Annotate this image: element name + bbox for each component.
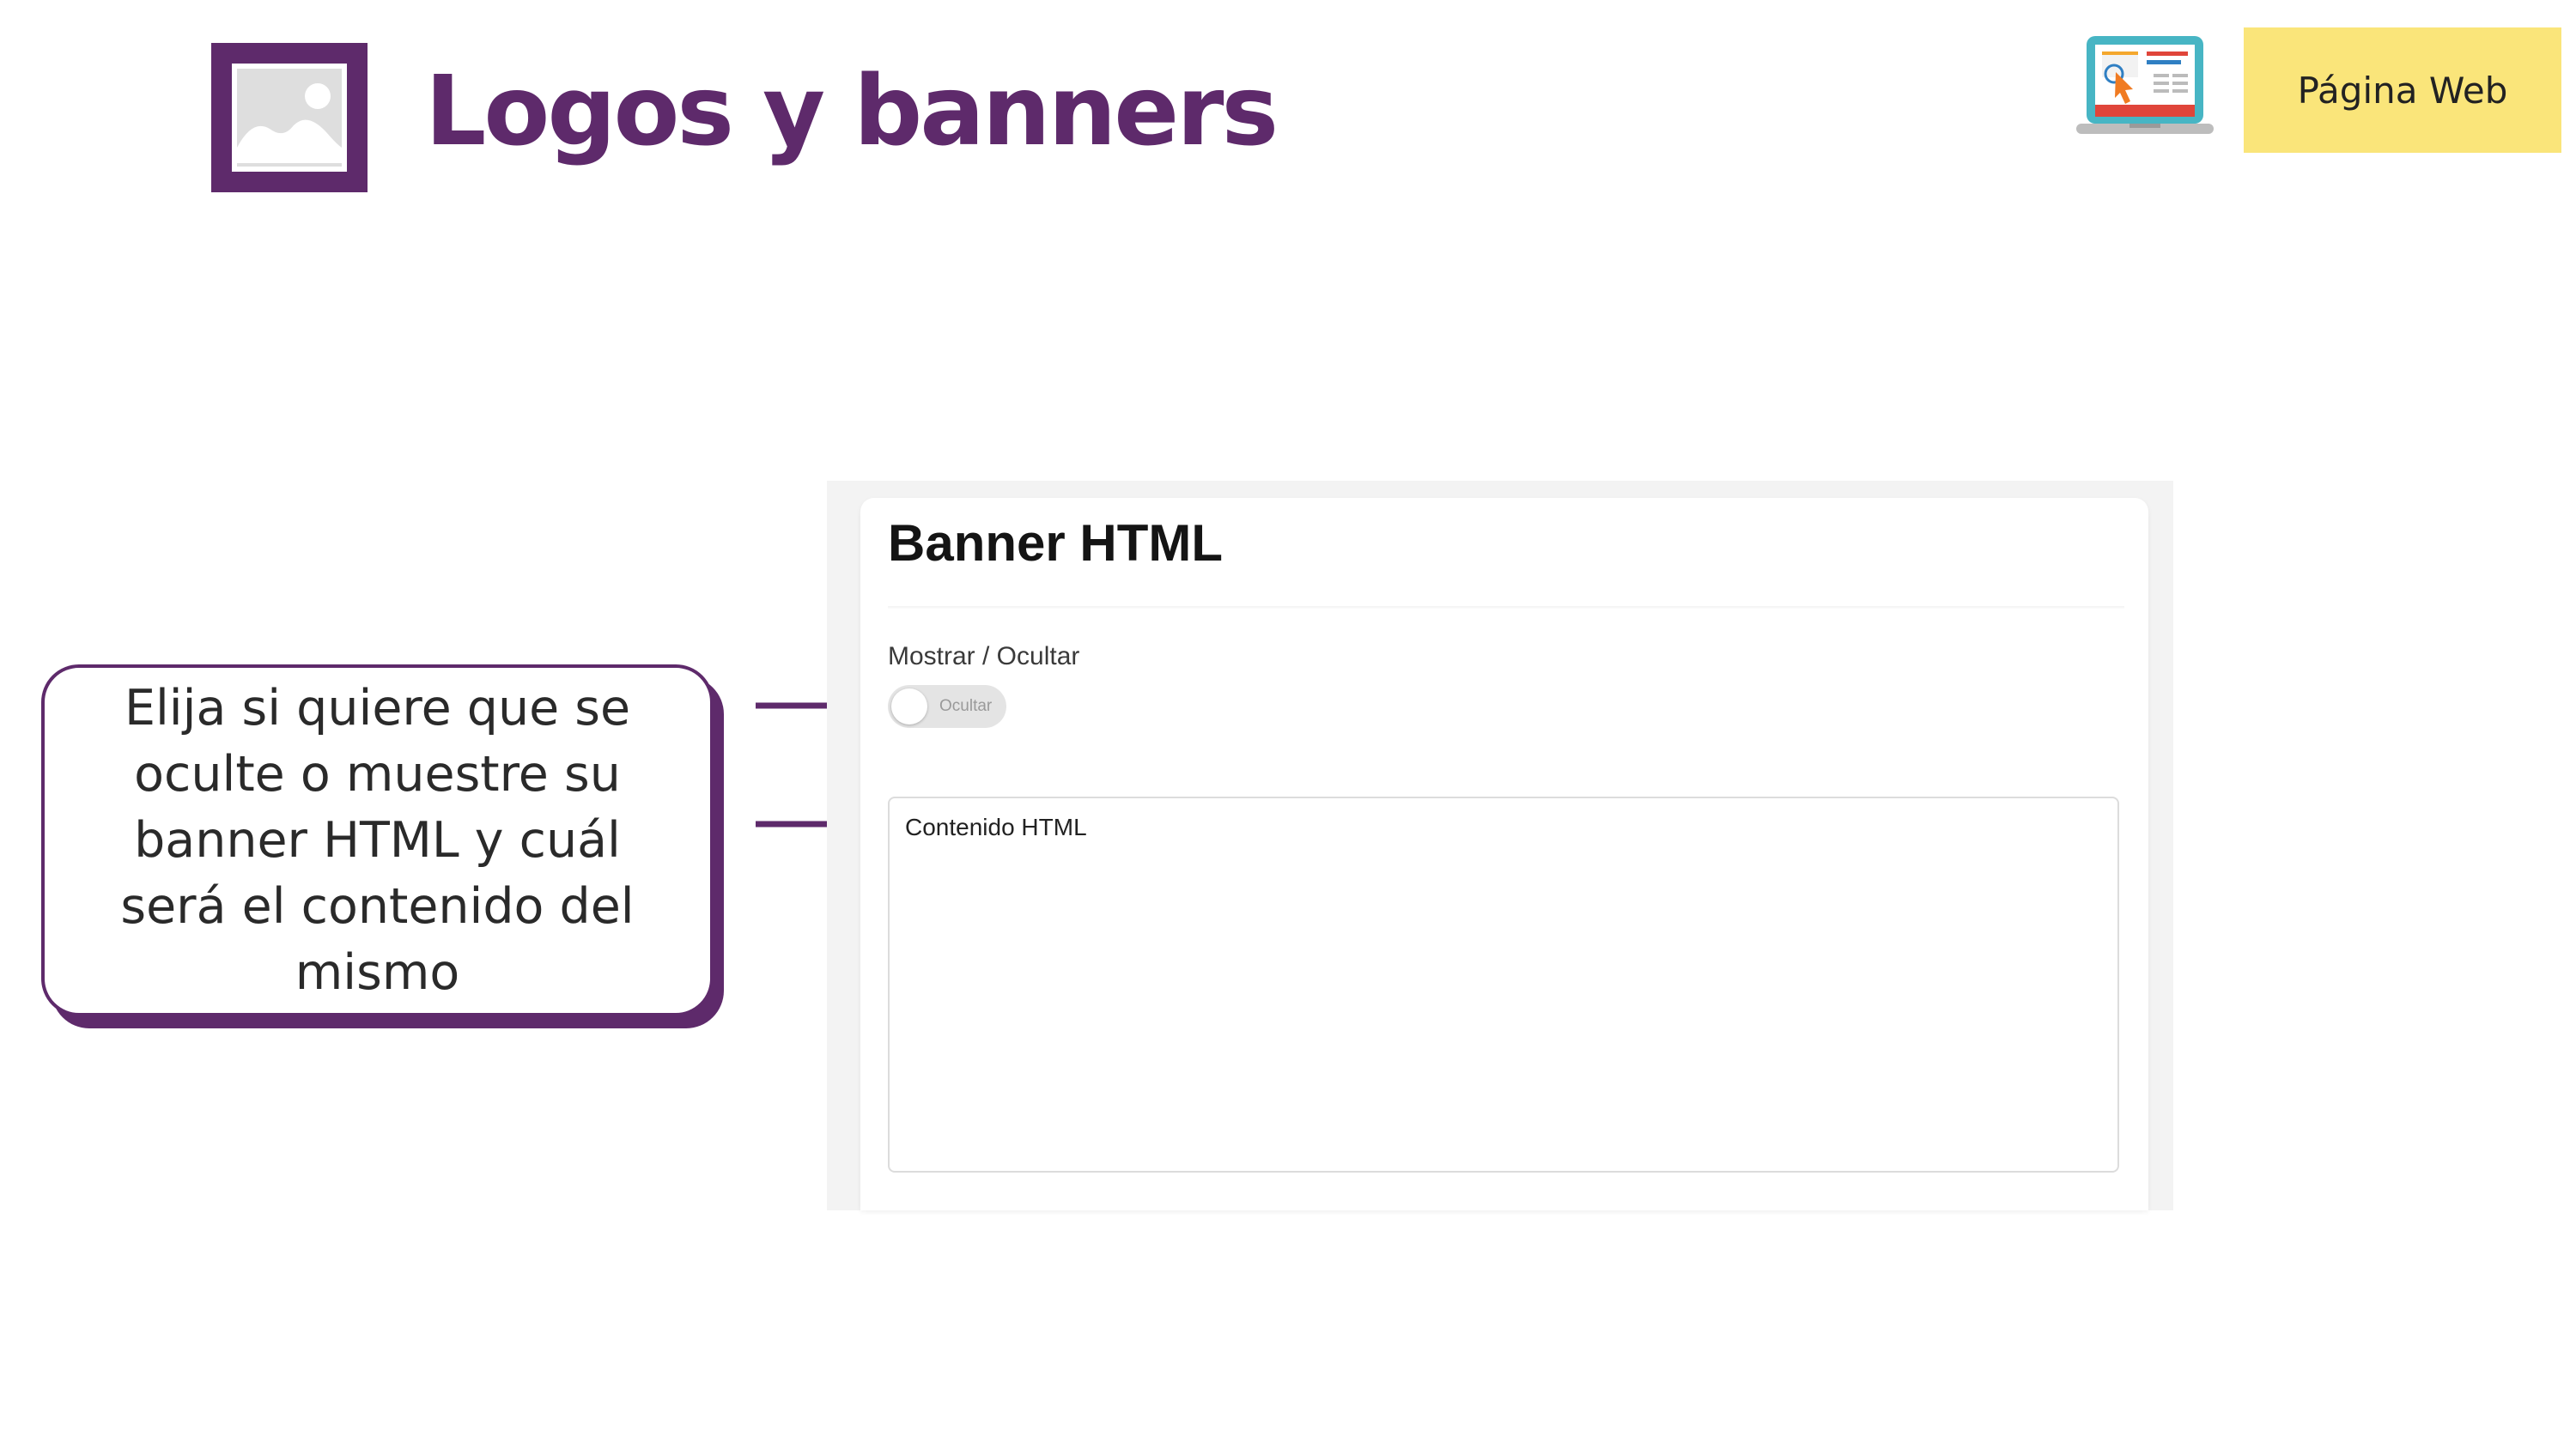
pagina-web-button[interactable]: Página Web bbox=[2244, 27, 2561, 153]
show-hide-toggle[interactable]: Ocultar bbox=[888, 685, 1006, 728]
instruction-callout: Elija si quiere que se oculte o muestre … bbox=[41, 664, 714, 1016]
toggle-label: Mostrar / Ocultar bbox=[888, 642, 1080, 670]
toggle-state-text: Ocultar bbox=[939, 697, 993, 715]
page-title: Logos y banners bbox=[425, 56, 1279, 167]
image-icon bbox=[211, 43, 368, 192]
html-content-textarea[interactable] bbox=[888, 797, 2119, 1173]
card-title: Banner HTML bbox=[888, 514, 1223, 572]
toggle-knob bbox=[891, 688, 927, 724]
card-divider bbox=[888, 606, 2124, 609]
laptop-cursor-icon bbox=[2076, 34, 2214, 146]
